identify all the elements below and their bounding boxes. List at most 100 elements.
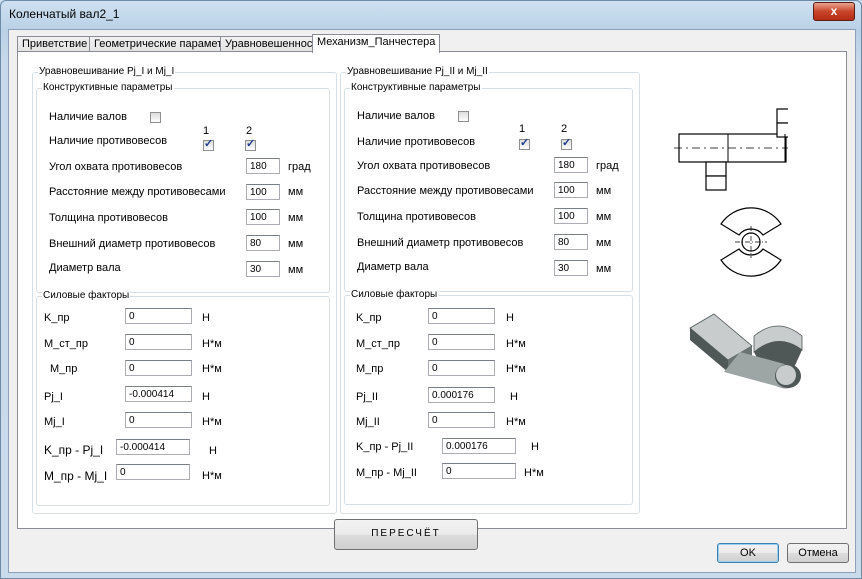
close-button[interactable]: x — [813, 2, 855, 21]
left-force-unit: Н — [202, 312, 210, 324]
left-counterweight-2-checkbox[interactable] — [245, 137, 256, 151]
right-k-pr-input[interactable] — [428, 308, 495, 324]
right-force-unit: Н*м — [506, 338, 526, 350]
right-k-minus-pj-input[interactable] — [442, 438, 516, 454]
right-unit: мм — [596, 263, 612, 275]
left-shafts-label: Наличие валов — [49, 111, 128, 123]
left-k-pr-input[interactable] — [125, 308, 192, 324]
left-unit: мм — [288, 238, 304, 250]
right-unit: мм — [596, 237, 612, 249]
right-angle-input[interactable] — [554, 157, 588, 173]
left-mj-input[interactable] — [125, 412, 192, 428]
left-m-st-pr-input[interactable] — [125, 334, 192, 350]
right-force-label: M_ст_пр — [356, 338, 401, 350]
left-force-label: Mj_I — [44, 416, 65, 428]
right-force-unit: Н — [531, 441, 539, 453]
left-force-unit: Н*м — [202, 363, 222, 375]
left-unit: мм — [288, 264, 304, 276]
title-bar[interactable]: Коленчатый вал2_1 x — [1, 1, 861, 29]
left-m-minus-mj-input[interactable] — [116, 464, 190, 480]
left-unit: мм — [288, 212, 304, 224]
right-mj-input[interactable] — [428, 412, 495, 428]
left-param-label: Диаметр вала — [49, 262, 121, 274]
cancel-button[interactable]: Отмена — [787, 543, 849, 563]
right-param-label: Угол охвата противовесов — [357, 160, 491, 172]
right-m-st-pr-input[interactable] — [428, 334, 495, 350]
left-force-unit: Н — [209, 445, 217, 457]
right-thickness-input[interactable] — [554, 208, 588, 224]
tab-geometry[interactable]: Геометрические параметры — [89, 36, 242, 52]
left-distance-input[interactable] — [246, 184, 280, 200]
right-forces-group: Силовые факторы K_пр Н M_ст_пр Н*м M_пр … — [344, 289, 633, 505]
right-force-unit: Н*м — [506, 416, 526, 428]
right-param-label: Диаметр вала — [357, 261, 429, 273]
right-pj-input[interactable] — [428, 387, 495, 403]
right-force-unit: Н — [506, 312, 514, 324]
left-thickness-input[interactable] — [246, 209, 280, 225]
right-shafts-checkbox[interactable] — [458, 111, 469, 122]
right-counterweight-2-checkbox[interactable] — [561, 136, 572, 150]
left-outer-diameter-input[interactable] — [246, 235, 280, 251]
left-param-label: Толщина противовесов — [49, 212, 168, 224]
left-force-unit: Н*м — [202, 416, 222, 428]
right-force-label: K_пр — [356, 312, 382, 324]
left-col-1-label: 1 — [203, 125, 210, 137]
right-constructive-group: Конструктивные параметры Наличие валов 1… — [344, 82, 633, 292]
right-counterweight-1-checkbox[interactable] — [519, 136, 530, 150]
left-m-pr-input[interactable] — [125, 360, 192, 376]
right-unit: мм — [596, 185, 612, 197]
left-force-unit: Н*м — [202, 470, 222, 482]
left-force-label: M_пр — [50, 363, 78, 375]
right-m-pr-input[interactable] — [428, 360, 495, 376]
left-force-label: Pj_I — [44, 391, 63, 403]
window-title: Коленчатый вал2_1 — [9, 7, 120, 21]
right-group-title: Уравновешивание Pj_II и Mj_II — [346, 66, 489, 77]
dialog-window: Коленчатый вал2_1 x Приветствие Геометри… — [0, 0, 862, 579]
left-shaft-diameter-input[interactable] — [246, 261, 280, 277]
left-angle-input[interactable] — [246, 158, 280, 174]
right-force-label: Mj_II — [356, 416, 380, 428]
left-forces-group: Силовые факторы K_пр Н M_ст_пр Н*м M_пр … — [36, 290, 330, 506]
right-force-label: M_пр - Mj_II — [356, 467, 417, 479]
left-col-2-label: 2 — [246, 125, 253, 137]
right-unit: град — [596, 160, 619, 172]
counterweight-section-icon — [720, 207, 782, 277]
ok-button[interactable]: OK — [717, 543, 779, 563]
right-force-unit: Н — [510, 391, 518, 403]
left-force-label: M_ст_пр — [44, 338, 89, 350]
right-outer-diameter-input[interactable] — [554, 234, 588, 250]
right-force-unit: Н*м — [524, 467, 544, 479]
left-forces-title: Силовые факторы — [42, 290, 131, 301]
left-unit: мм — [288, 186, 304, 198]
left-k-minus-pj-input[interactable] — [116, 439, 190, 455]
right-param-label: Внешний диаметр противовесов — [357, 237, 524, 249]
left-balance-group: Уравновешивание Pj_I и Mj_I Конструктивн… — [32, 66, 337, 514]
right-distance-input[interactable] — [554, 182, 588, 198]
left-force-label: K_пр - Pj_I — [44, 443, 104, 457]
right-shafts-label: Наличие валов — [357, 110, 436, 122]
crankshaft-3d-icon — [689, 313, 803, 389]
left-force-unit: Н*м — [202, 338, 222, 350]
right-m-minus-mj-input[interactable] — [442, 463, 516, 479]
left-unit: град — [288, 161, 311, 173]
right-param-label: Толщина противовесов — [357, 211, 476, 223]
right-col-2-label: 2 — [561, 123, 568, 135]
left-force-unit: Н — [202, 391, 210, 403]
right-force-label: Pj_II — [356, 391, 379, 403]
right-col-1-label: 1 — [519, 123, 526, 135]
dialog-client: Приветствие Геометрические параметры Ура… — [8, 29, 856, 573]
right-constructive-title: Конструктивные параметры — [350, 82, 482, 93]
right-force-unit: Н*м — [506, 363, 526, 375]
right-forces-title: Силовые факторы — [350, 289, 439, 300]
left-shafts-checkbox[interactable] — [150, 112, 161, 123]
left-constructive-title: Конструктивные параметры — [42, 82, 174, 93]
right-shaft-diameter-input[interactable] — [554, 260, 588, 276]
left-pj-input[interactable] — [125, 386, 192, 402]
crankshaft-schematic-icon — [674, 108, 788, 191]
tab-welcome[interactable]: Приветствие — [17, 36, 93, 52]
left-param-label: Угол охвата противовесов — [49, 161, 183, 173]
left-counterweight-1-checkbox[interactable] — [203, 137, 214, 151]
right-counterweights-label: Наличие противовесов — [357, 136, 476, 148]
recalc-button[interactable]: ПЕРЕСЧЁТ — [334, 519, 478, 550]
tab-lanchester[interactable]: Механизм_Панчестера — [312, 34, 441, 53]
